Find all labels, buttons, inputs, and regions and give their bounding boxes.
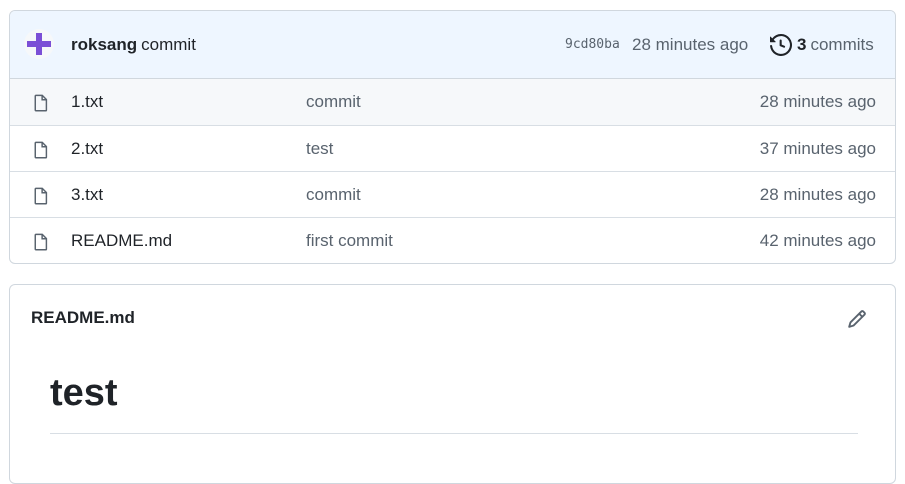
commit-count: 3 bbox=[797, 35, 807, 54]
commit-author[interactable]: roksang bbox=[71, 35, 137, 54]
edit-button[interactable] bbox=[847, 309, 867, 329]
file-commit-message[interactable]: commit bbox=[306, 172, 361, 218]
history-icon bbox=[770, 34, 792, 56]
file-commit-message[interactable]: first commit bbox=[306, 218, 393, 263]
file-commit-time: 37 minutes ago bbox=[759, 139, 876, 158]
file-name[interactable]: README.md bbox=[71, 218, 172, 263]
file-commit-time: 42 minutes ago bbox=[759, 231, 876, 250]
readme-header: README.md bbox=[10, 285, 895, 351]
commit-message[interactable]: commit bbox=[141, 35, 196, 54]
pencil-icon bbox=[848, 310, 866, 328]
file-icon bbox=[32, 93, 50, 118]
readme-title[interactable]: README.md bbox=[31, 285, 135, 351]
file-name[interactable]: 3.txt bbox=[71, 172, 103, 218]
file-name[interactable]: 2.txt bbox=[71, 126, 103, 172]
file-commit-message[interactable]: commit bbox=[306, 79, 361, 125]
file-row[interactable]: 3.txt commit 28 minutes ago bbox=[10, 171, 895, 217]
file-icon bbox=[32, 140, 50, 165]
file-icon bbox=[32, 232, 50, 257]
file-name[interactable]: 1.txt bbox=[71, 79, 103, 125]
file-icon bbox=[32, 186, 50, 211]
file-row[interactable]: README.md first commit 42 minutes ago bbox=[10, 217, 895, 263]
commit-history-link[interactable]: 3 commits bbox=[770, 33, 874, 57]
file-commit-time: 28 minutes ago bbox=[759, 92, 876, 111]
commit-author-line: roksang commit bbox=[71, 11, 196, 78]
file-commit-time: 28 minutes ago bbox=[759, 185, 876, 204]
avatar[interactable] bbox=[24, 29, 54, 59]
file-commit-message[interactable]: test bbox=[306, 126, 333, 172]
commits-label: commits bbox=[810, 35, 874, 54]
file-row[interactable]: 1.txt commit 28 minutes ago bbox=[10, 79, 895, 125]
commit-sha[interactable]: 9cd80ba bbox=[565, 11, 620, 78]
commit-time: 28 minutes ago bbox=[632, 35, 749, 54]
readme-heading: test bbox=[50, 371, 858, 434]
readme-panel: README.md test bbox=[9, 284, 896, 484]
file-row[interactable]: 2.txt test 37 minutes ago bbox=[10, 125, 895, 171]
identicon-icon bbox=[27, 33, 51, 55]
latest-commit-bar: roksang commit 9cd80ba 28 minutes ago 3 co… bbox=[10, 11, 895, 79]
file-browser: roksang commit 9cd80ba 28 minutes ago 3 co… bbox=[9, 10, 896, 264]
